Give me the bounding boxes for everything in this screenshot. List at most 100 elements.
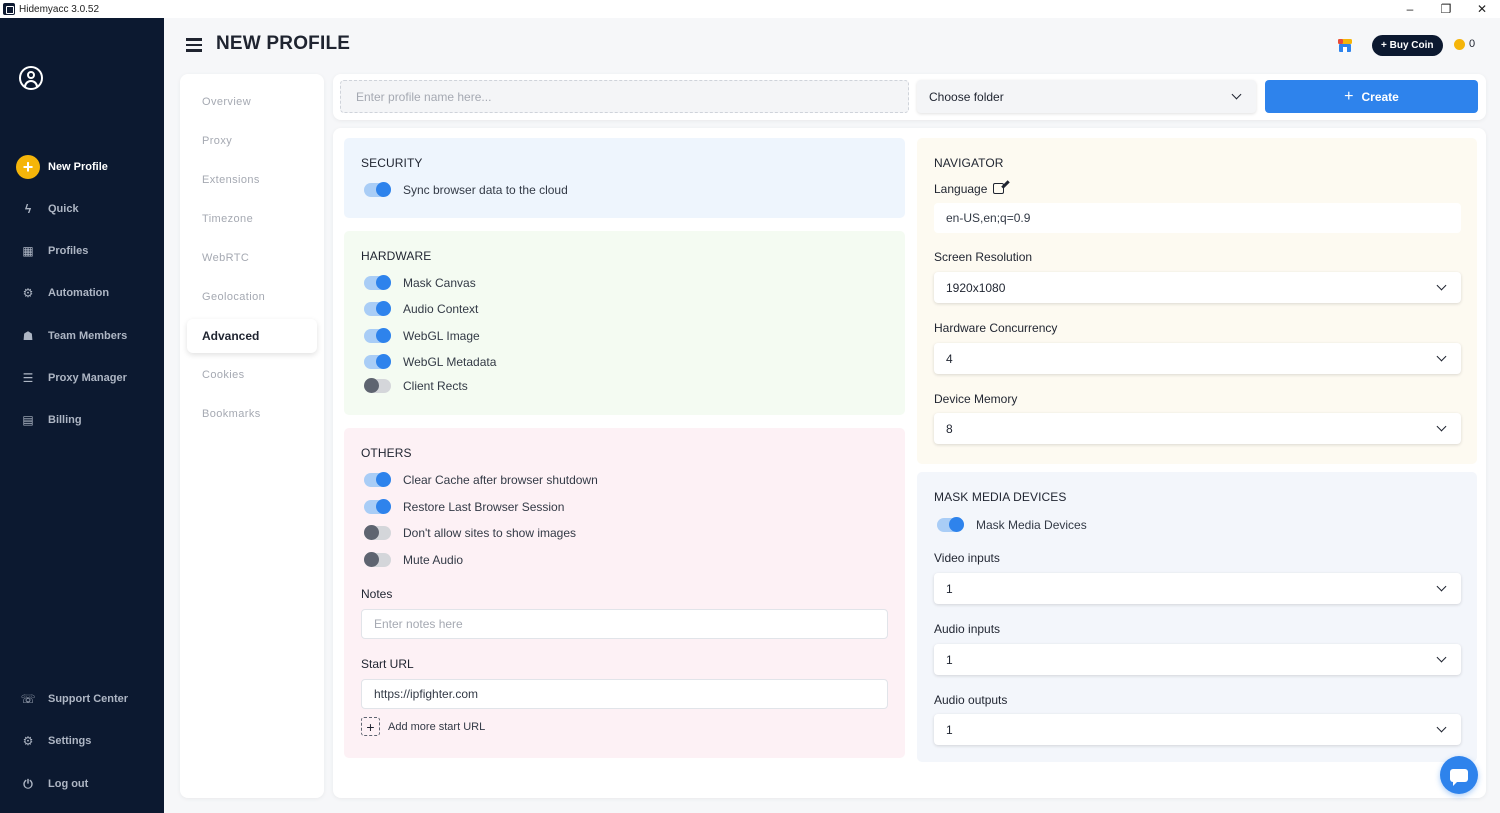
toggle-switch[interactable]: [364, 301, 391, 316]
screen-resolution-select[interactable]: 1920x1080: [934, 272, 1461, 303]
profile-subnav: Overview Proxy Extensions Timezone WebRT…: [180, 74, 324, 798]
buy-coin-button[interactable]: + Buy Coin: [1372, 35, 1443, 56]
device-memory-select[interactable]: 8: [934, 413, 1461, 444]
sidebar-item-log-out[interactable]: ⏻ Log out: [16, 772, 88, 796]
sidebar-item-automation[interactable]: ⚙ Automation: [16, 281, 110, 305]
tab-geolocation[interactable]: Geolocation: [187, 280, 317, 314]
sidebar-item-new-profile[interactable]: + New Profile: [16, 155, 108, 179]
notes-label: Notes: [361, 587, 393, 601]
toggle-switch[interactable]: [364, 182, 391, 197]
tab-webrtc[interactable]: WebRTC: [187, 241, 317, 275]
coin-count: 0: [1469, 38, 1476, 50]
restore-icon[interactable]: ❐: [1428, 0, 1464, 18]
sidebar-item-label: Quick: [48, 203, 79, 215]
close-icon[interactable]: ✕: [1464, 0, 1500, 18]
toggle-block-images[interactable]: Don't allow sites to show images: [364, 525, 577, 540]
device-memory-label: Device Memory: [934, 392, 1018, 406]
audio-outputs-label: Audio outputs: [934, 693, 1008, 707]
toggle-client-rects[interactable]: Client Rects: [364, 378, 468, 393]
team-icon: ☗: [22, 329, 34, 343]
folder-select[interactable]: Choose folder: [917, 80, 1256, 113]
sidebar-item-quick[interactable]: ϟ Quick: [16, 197, 79, 221]
app-logo-icon: [3, 3, 15, 15]
toggle-switch[interactable]: [364, 499, 391, 514]
sidebar-item-billing[interactable]: ▤ Billing: [16, 408, 81, 432]
hardware-panel: HARDWARE Mask Canvas Audio Context WebGL…: [344, 231, 905, 415]
chevron-down-icon: [1436, 280, 1447, 291]
create-button[interactable]: + Create: [1265, 80, 1478, 113]
toggle-switch[interactable]: [364, 378, 391, 393]
hardware-concurrency-select[interactable]: 4: [934, 343, 1461, 374]
others-title: OTHERS: [361, 446, 412, 460]
sidebar-item-proxy-manager[interactable]: ☰ Proxy Manager: [16, 366, 127, 390]
logout-icon: ⏻: [23, 776, 33, 791]
store-icon[interactable]: [1337, 37, 1353, 53]
video-inputs-select[interactable]: 1: [934, 573, 1461, 604]
toggle-label: Don't allow sites to show images: [403, 526, 577, 540]
sidebar: + New Profile ϟ Quick ▦ Profiles ⚙ Autom…: [0, 18, 164, 813]
tab-timezone[interactable]: Timezone: [187, 202, 317, 236]
minimize-icon[interactable]: –: [1392, 0, 1428, 18]
toggle-switch[interactable]: [364, 552, 391, 567]
coin-icon: [1454, 38, 1465, 50]
media-devices-panel: MASK MEDIA DEVICES Mask Media Devices Vi…: [917, 472, 1477, 762]
sidebar-item-label: Proxy Manager: [48, 372, 127, 384]
start-url-input[interactable]: https://ipfighter.com: [361, 679, 888, 709]
toggle-mask-media-devices[interactable]: Mask Media Devices: [937, 517, 1087, 532]
screen-resolution-value: 1920x1080: [946, 280, 1006, 295]
tab-proxy[interactable]: Proxy: [187, 124, 317, 158]
toggle-switch[interactable]: [364, 525, 391, 540]
toggle-webgl-image[interactable]: WebGL Image: [364, 328, 480, 343]
gear-icon: ⚙: [22, 734, 34, 748]
audio-outputs-select[interactable]: 1: [934, 714, 1461, 745]
toggle-webgl-metadata[interactable]: WebGL Metadata: [364, 354, 496, 369]
audio-inputs-value: 1: [946, 652, 953, 667]
tab-cookies[interactable]: Cookies: [187, 358, 317, 392]
user-avatar-icon[interactable]: [19, 66, 43, 90]
toggle-switch[interactable]: [364, 354, 391, 369]
toggle-restore-session[interactable]: Restore Last Browser Session: [364, 499, 565, 514]
toggle-mute-audio[interactable]: Mute Audio: [364, 552, 463, 567]
chat-support-button[interactable]: [1440, 756, 1478, 794]
sidebar-item-settings[interactable]: ⚙ Settings: [16, 729, 92, 753]
bolt-icon: ϟ: [24, 202, 32, 216]
audio-outputs-value: 1: [946, 722, 953, 737]
tab-overview[interactable]: Overview: [187, 85, 317, 119]
tab-bookmarks[interactable]: Bookmarks: [187, 397, 317, 431]
toggle-audio-context[interactable]: Audio Context: [364, 301, 479, 316]
edit-icon[interactable]: [993, 183, 1005, 194]
audio-inputs-select[interactable]: 1: [934, 644, 1461, 675]
audio-inputs-label: Audio inputs: [934, 622, 1001, 636]
window-title: Hidemyacc 3.0.52: [19, 3, 100, 15]
hardware-concurrency-label: Hardware Concurrency: [934, 321, 1058, 335]
sidebar-item-support-center[interactable]: ☏ Support Center: [16, 687, 128, 711]
toggle-mask-canvas[interactable]: Mask Canvas: [364, 275, 476, 290]
profile-name-input[interactable]: [340, 80, 909, 113]
toggle-switch[interactable]: [937, 517, 964, 532]
sidebar-item-profiles[interactable]: ▦ Profiles: [16, 239, 88, 263]
toggle-switch[interactable]: [364, 328, 391, 343]
sidebar-item-team-members[interactable]: ☗ Team Members: [16, 324, 128, 348]
device-memory-value: 8: [946, 421, 953, 436]
hamburger-menu-icon[interactable]: [186, 38, 202, 52]
toggle-sync-cloud[interactable]: Sync browser data to the cloud: [364, 182, 568, 197]
toggle-switch[interactable]: [364, 472, 391, 487]
tab-advanced[interactable]: Advanced: [187, 319, 317, 353]
toggle-label: Audio Context: [403, 302, 479, 316]
add-start-url-button[interactable]: + Add more start URL: [361, 717, 485, 736]
screen-resolution-label: Screen Resolution: [934, 250, 1033, 264]
security-title: SECURITY: [361, 156, 423, 170]
toggle-switch[interactable]: [364, 275, 391, 290]
page-title: NEW PROFILE: [216, 33, 351, 54]
notes-input[interactable]: Enter notes here: [361, 609, 888, 639]
toggle-clear-cache[interactable]: Clear Cache after browser shutdown: [364, 472, 598, 487]
chevron-down-icon: [1436, 421, 1447, 432]
tab-extensions[interactable]: Extensions: [187, 163, 317, 197]
video-inputs-value: 1: [946, 581, 953, 596]
advanced-settings-content: SECURITY Sync browser data to the cloud …: [333, 128, 1486, 798]
server-icon: ☰: [22, 371, 34, 385]
toggle-label: Restore Last Browser Session: [403, 500, 565, 514]
plus-icon: +: [361, 717, 380, 736]
coin-balance: 0: [1454, 38, 1475, 50]
language-input[interactable]: en-US,en;q=0.9: [934, 203, 1461, 233]
